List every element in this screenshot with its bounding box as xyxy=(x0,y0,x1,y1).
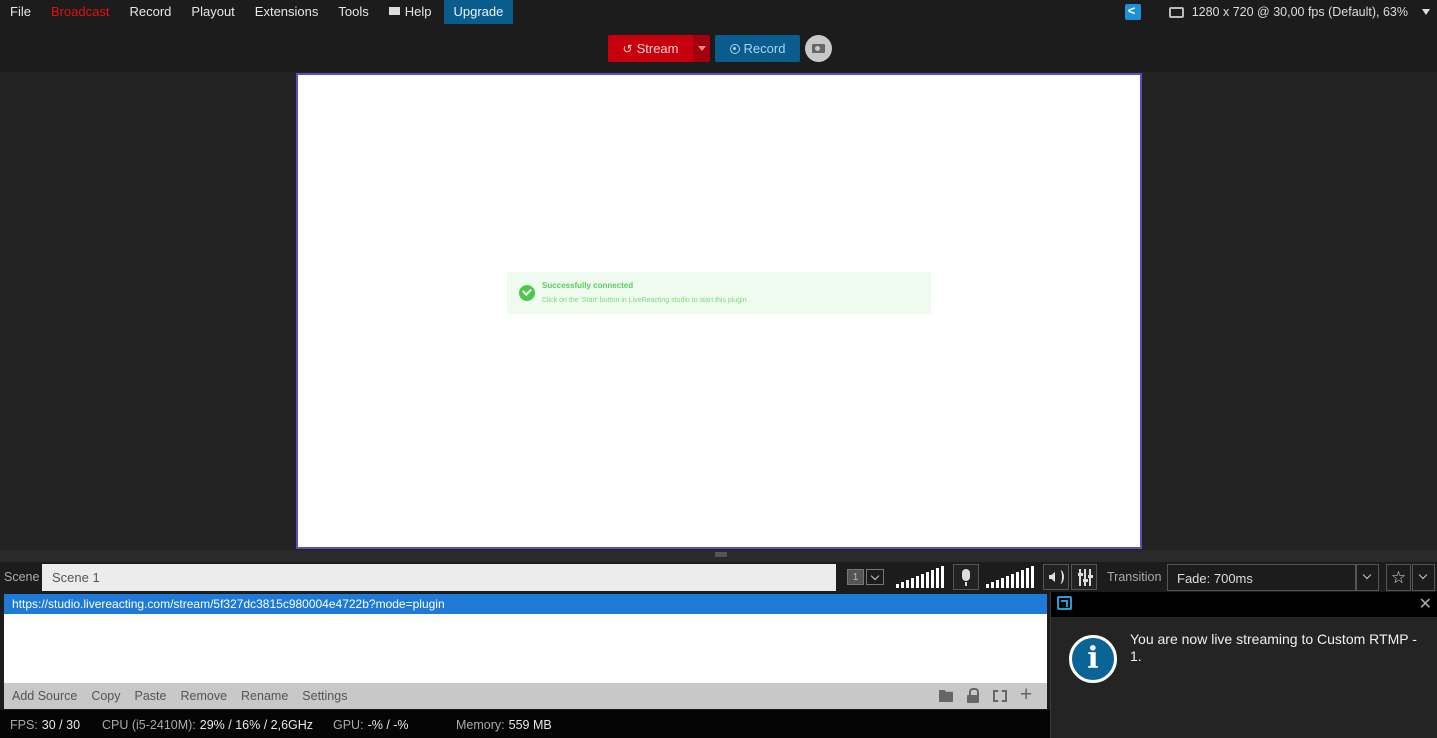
mixer-button[interactable] xyxy=(1071,564,1097,590)
stream-dropdown-button[interactable] xyxy=(693,35,710,62)
add-source-button[interactable]: Add Source xyxy=(4,689,84,703)
speaker-icon xyxy=(1049,572,1055,582)
paste-button[interactable]: Paste xyxy=(128,689,174,703)
cpu-label: CPU (i5-2410M): xyxy=(102,718,196,732)
folder-icon[interactable] xyxy=(939,690,953,702)
transition-label: Transition xyxy=(1107,570,1162,584)
toast-message: You are now live streaming to Custom RTM… xyxy=(1130,631,1417,664)
fit-icon[interactable] xyxy=(1020,683,1034,707)
speaker-button[interactable] xyxy=(1043,564,1069,590)
lock-icon[interactable] xyxy=(966,688,980,703)
stream-icon: ↺ xyxy=(622,41,633,56)
menu-file[interactable]: File xyxy=(0,0,41,24)
source-list[interactable]: https://studio.livereacting.com/stream/5… xyxy=(4,594,1047,683)
check-circle-icon xyxy=(519,285,535,301)
notification-toast: ✕ i You are now live streaming to Custom… xyxy=(1050,592,1437,738)
transition-dropdown[interactable] xyxy=(1356,564,1379,591)
scene-name-input[interactable] xyxy=(42,564,836,591)
caret-down-icon[interactable] xyxy=(1422,9,1430,15)
menu-tools[interactable]: Tools xyxy=(328,0,378,24)
sound-waves-icon xyxy=(1056,570,1064,584)
record-icon xyxy=(729,43,740,54)
connection-notice: Successfully connected Click on the 'Sta… xyxy=(507,272,931,314)
stream-label: Stream xyxy=(636,41,679,56)
microphone-icon xyxy=(962,569,970,586)
scene-number[interactable]: 1 xyxy=(847,569,864,585)
speaker-level-meter xyxy=(986,566,1034,588)
menu-playout[interactable]: Playout xyxy=(181,0,244,24)
fps-stat: FPS: 30 / 30 xyxy=(10,718,80,732)
toast-header: ✕ xyxy=(1051,592,1437,617)
cpu-value: 29% / 16% / 2,6GHz xyxy=(199,718,314,732)
chevron-down-icon xyxy=(870,571,880,581)
splitter[interactable] xyxy=(0,550,1437,562)
preview-area: Successfully connected Click on the 'Sta… xyxy=(0,72,1437,550)
camera-icon xyxy=(812,44,825,53)
share-icon[interactable] xyxy=(1124,3,1141,20)
scene-row: Scene 1 Transition Fade: 700ms ☆ xyxy=(0,562,1437,592)
gpu-label: GPU: xyxy=(333,718,364,732)
favorite-dropdown[interactable] xyxy=(1412,564,1435,591)
menu-extensions[interactable]: Extensions xyxy=(245,0,329,24)
menu-help[interactable]: Help xyxy=(379,0,442,24)
menu-record[interactable]: Record xyxy=(120,0,182,24)
star-icon: ☆ xyxy=(1390,568,1407,587)
remove-button[interactable]: Remove xyxy=(173,689,234,703)
transition-select[interactable]: Fade: 700ms xyxy=(1167,564,1356,591)
monitor-icon xyxy=(1168,6,1184,18)
close-icon[interactable]: ✕ xyxy=(1419,594,1432,614)
status-bar: FPS: 30 / 30 CPU (i5-2410M): 29% / 16% / 2… xyxy=(0,710,1050,738)
mic-level-meter xyxy=(896,566,944,588)
main-toolbar: ↺ Stream Record xyxy=(0,24,1437,72)
scene-label: Scene xyxy=(4,570,40,584)
gpu-stat: GPU: -% / -% xyxy=(333,718,409,732)
chevron-down-icon xyxy=(1418,570,1428,580)
stream-button[interactable]: ↺ Stream xyxy=(608,35,693,62)
preview-canvas[interactable]: Successfully connected Click on the 'Sta… xyxy=(296,73,1142,549)
mic-button[interactable] xyxy=(953,564,979,590)
menu-broadcast[interactable]: Broadcast xyxy=(41,0,120,24)
gpu-value: -% / -% xyxy=(367,718,409,732)
notice-text: Click on the 'Start' button in LiveReact… xyxy=(542,297,747,304)
memory-stat: Memory: 559 MB xyxy=(456,718,552,732)
copy-button[interactable]: Copy xyxy=(84,689,127,703)
fps-label: FPS: xyxy=(10,718,38,732)
settings-button[interactable]: Settings xyxy=(295,689,354,703)
splitter-grip[interactable] xyxy=(715,552,727,557)
menu-help-label: Help xyxy=(404,4,432,19)
snapshot-button[interactable] xyxy=(805,35,832,62)
memory-label: Memory: xyxy=(456,718,505,732)
fps-value: 30 / 30 xyxy=(41,718,81,732)
notice-title: Successfully connected xyxy=(542,281,634,290)
chevron-down-icon xyxy=(1362,570,1372,580)
scene-dropdown[interactable] xyxy=(866,569,884,585)
mail-icon xyxy=(388,7,400,15)
rename-button[interactable]: Rename xyxy=(234,689,295,703)
mixer-icon xyxy=(1077,569,1093,586)
favorite-button[interactable]: ☆ xyxy=(1386,564,1411,591)
resolution-display[interactable]: 1280 x 720 @ 30,00 fps (Default), 63% xyxy=(1192,5,1408,19)
sources-panel: https://studio.livereacting.com/stream/5… xyxy=(0,592,1050,710)
cpu-stat: CPU (i5-2410M): 29% / 16% / 2,6GHz xyxy=(102,718,313,732)
fullscreen-icon[interactable] xyxy=(993,690,1007,702)
upgrade-button[interactable]: Upgrade xyxy=(443,0,514,24)
menu-bar: File Broadcast Record Playout Extensions… xyxy=(0,0,1437,24)
info-icon: i xyxy=(1069,635,1117,683)
app-logo-icon xyxy=(1057,596,1072,610)
memory-value: 559 MB xyxy=(508,718,552,732)
source-item[interactable]: https://studio.livereacting.com/stream/5… xyxy=(4,594,1047,614)
record-label: Record xyxy=(743,41,786,56)
source-toolbar: Add Source Copy Paste Remove Rename Sett… xyxy=(4,683,1047,709)
record-button[interactable]: Record xyxy=(715,35,800,62)
